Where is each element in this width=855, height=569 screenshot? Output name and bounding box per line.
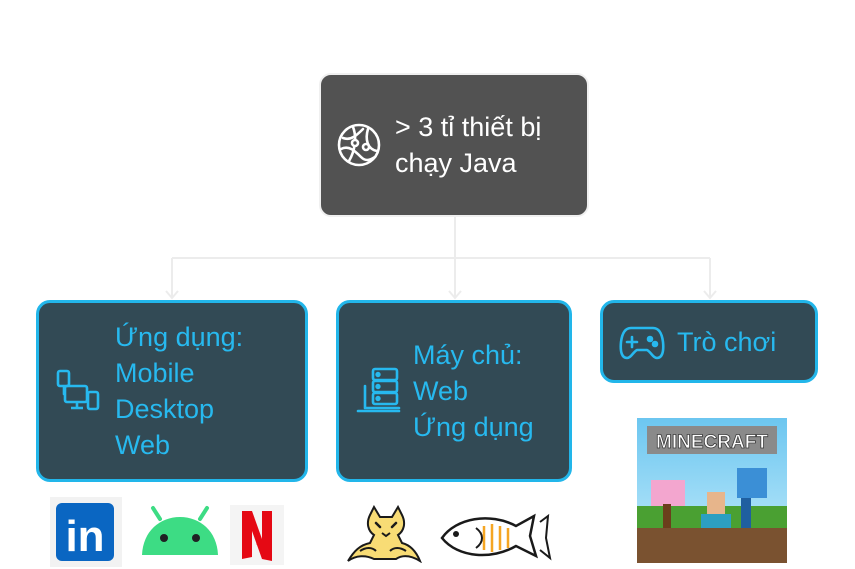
applications-line: Desktop — [115, 394, 215, 424]
games-line: Trò chơi — [677, 326, 777, 357]
servers-label: Máy chủ: Web Ứng dụng — [413, 337, 534, 445]
android-logo — [142, 506, 218, 555]
minecraft-cover: MINECRAFT — [637, 418, 787, 563]
node-servers: Máy chủ: Web Ứng dụng — [336, 300, 572, 482]
linkedin-text: in — [65, 512, 104, 561]
linkedin-logo: in — [50, 497, 122, 567]
tomcat-logo — [347, 505, 422, 563]
root-label: > 3 tỉ thiết bị chạy Java — [395, 109, 541, 181]
gamepad-icon — [619, 322, 665, 362]
node-games: Trò chơi — [600, 300, 818, 383]
netflix-logo: N — [230, 505, 284, 565]
servers-line: Máy chủ: — [413, 340, 523, 370]
root-line: chạy Java — [395, 148, 517, 178]
globe-network-icon — [335, 121, 383, 169]
root-line: > 3 tỉ thiết bị — [395, 112, 542, 142]
glassfish-logo — [440, 513, 552, 561]
games-label: Trò chơi — [677, 324, 776, 360]
devices-icon — [55, 368, 101, 414]
server-icon — [355, 366, 401, 416]
applications-line: Ứng dụng: — [115, 322, 244, 352]
applications-line: Web — [115, 430, 171, 460]
applications-line: Mobile — [115, 358, 195, 388]
servers-line: Web — [413, 376, 469, 406]
minecraft-title: MINECRAFT — [656, 432, 768, 453]
root-node: > 3 tỉ thiết bị chạy Java — [319, 73, 589, 217]
applications-label: Ứng dụng: Mobile Desktop Web — [115, 319, 243, 463]
servers-line: Ứng dụng — [413, 412, 534, 442]
node-applications: Ứng dụng: Mobile Desktop Web — [36, 300, 308, 482]
